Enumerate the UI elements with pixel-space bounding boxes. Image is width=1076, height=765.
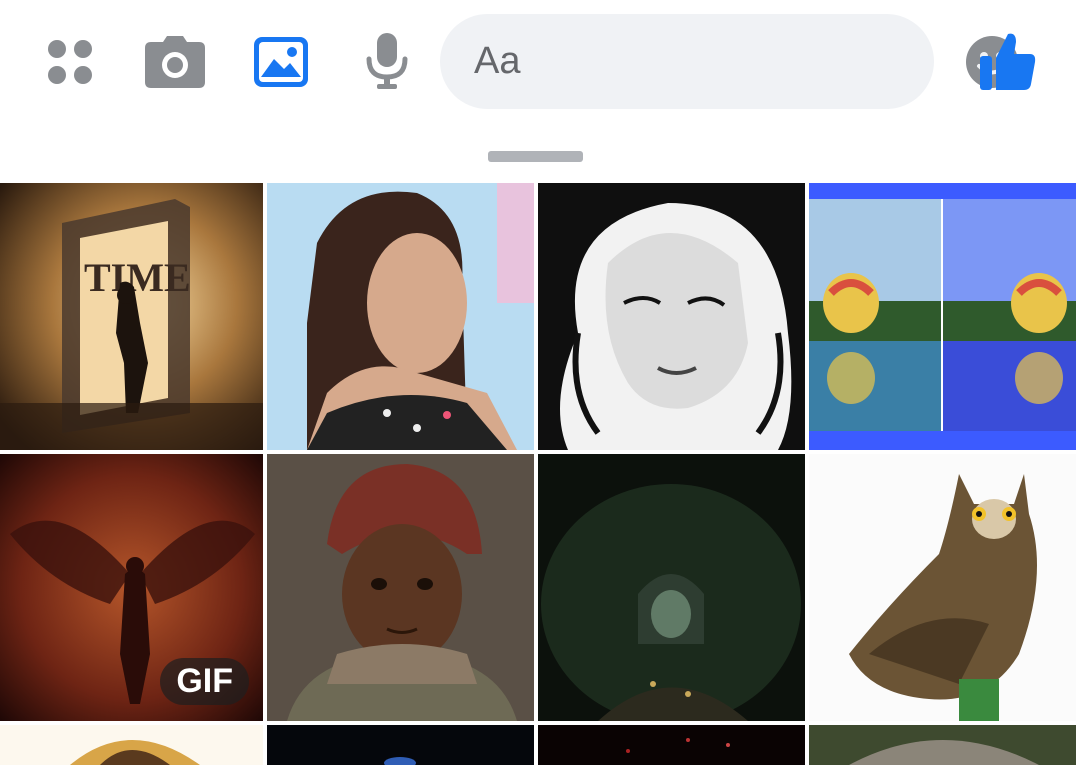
photo-time-door[interactable]: TIME (0, 183, 263, 450)
drag-handle[interactable] (488, 151, 583, 162)
menu-icon[interactable] (42, 34, 98, 90)
photo-owl[interactable] (809, 454, 1076, 721)
time-text: TIME (84, 255, 191, 300)
photo-lion[interactable] (0, 725, 263, 765)
photo-balloons-compare[interactable] (809, 183, 1076, 450)
composer-toolbar (0, 0, 1076, 125)
message-input[interactable] (472, 39, 965, 84)
thumbs-up-icon[interactable] (978, 30, 1038, 92)
photo-grid: TIME GIF (0, 183, 1076, 765)
photo-woman-portrait[interactable] (267, 183, 534, 450)
gallery-icon[interactable] (252, 34, 310, 90)
photo-dark-blue[interactable] (267, 725, 534, 765)
message-composer (440, 14, 1018, 109)
gif-badge: GIF (160, 658, 249, 705)
camera-icon[interactable] (144, 34, 206, 90)
photo-bw-woman[interactable] (538, 183, 805, 450)
microphone-icon[interactable] (362, 32, 412, 90)
photo-fiery-angel[interactable]: GIF (0, 454, 263, 721)
photo-animal[interactable] (809, 725, 1076, 765)
photo-forest-tunnel[interactable] (538, 454, 805, 721)
photo-child-portrait[interactable] (267, 454, 534, 721)
photo-dark-red[interactable] (538, 725, 805, 765)
